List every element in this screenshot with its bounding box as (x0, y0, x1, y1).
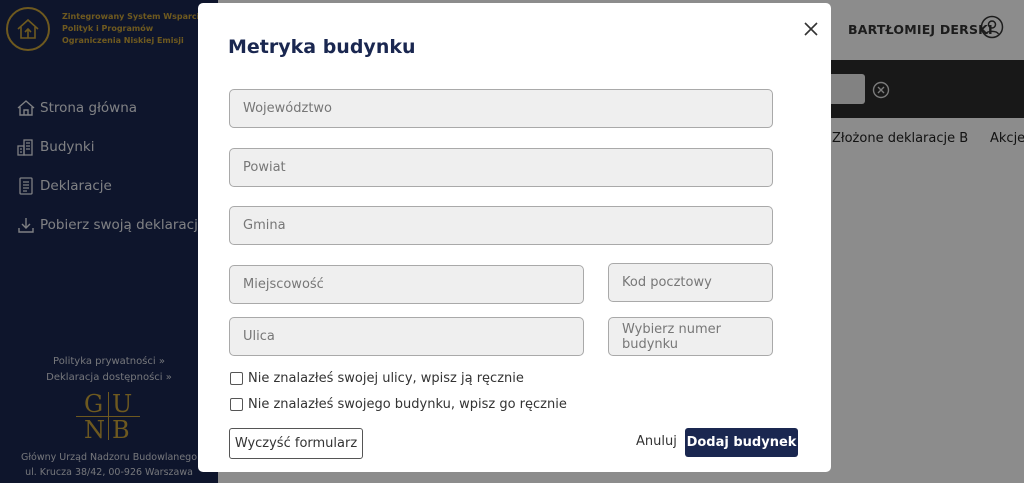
municipality-field[interactable]: Gmina (229, 206, 773, 245)
postal-code-field[interactable]: Kod pocztowy (608, 263, 773, 302)
street-field[interactable]: Ulica (229, 317, 584, 356)
building-manual-option[interactable]: Nie znalazłeś swojego budynku, wpisz go … (230, 397, 567, 412)
add-building-button[interactable]: Dodaj budynek (685, 428, 798, 457)
modal-title: Metryka budynku (228, 36, 416, 58)
street-manual-option[interactable]: Nie znalazłeś swojej ulicy, wpisz ją ręc… (230, 371, 524, 386)
city-field[interactable]: Miejscowość (229, 265, 584, 304)
building-metrics-modal: Metryka budynku Województwo Powiat Gmina… (198, 3, 831, 472)
cancel-button[interactable]: Anuluj (636, 434, 677, 449)
building-number-select[interactable]: Wybierz numer budynku (608, 317, 773, 356)
building-manual-label: Nie znalazłeś swojego budynku, wpisz go … (248, 397, 567, 412)
street-manual-label: Nie znalazłeś swojej ulicy, wpisz ją ręc… (248, 371, 524, 386)
voivodeship-field[interactable]: Województwo (229, 89, 773, 128)
clear-form-button[interactable]: Wyczyść formularz (229, 428, 363, 459)
street-manual-checkbox[interactable] (230, 372, 243, 385)
county-field[interactable]: Powiat (229, 148, 773, 187)
close-icon[interactable] (802, 20, 820, 38)
building-manual-checkbox[interactable] (230, 398, 243, 411)
